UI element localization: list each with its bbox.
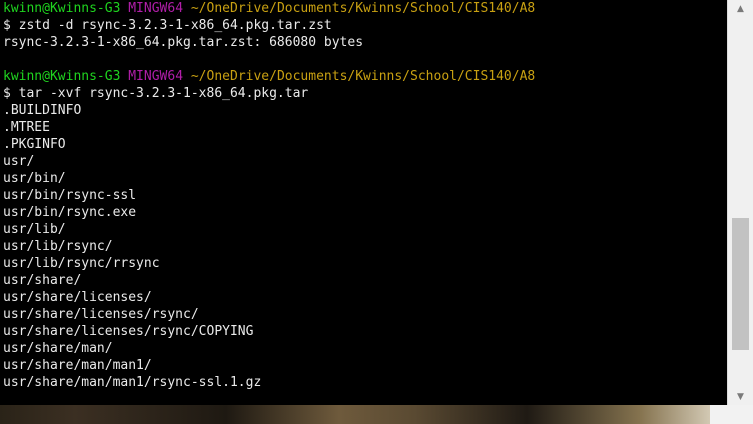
output-line: usr/lib/: [3, 222, 66, 237]
output-line: usr/: [3, 154, 35, 169]
prompt-user: kwinn@Kwinns-G3: [3, 1, 121, 16]
prompt-line-1: kwinn@Kwinns-G3 MINGW64 ~/OneDrive/Docum…: [0, 0, 727, 17]
output-line: usr/bin/rsync-ssl: [3, 188, 137, 203]
screen: kwinn@Kwinns-G3 MINGW64 ~/OneDrive/Docum…: [0, 0, 753, 424]
prompt-host: MINGW64: [128, 69, 184, 84]
output-line: rsync-3.2.3-1-x86_64.pkg.tar.zst: 686080…: [3, 35, 364, 50]
prompt-line-2: kwinn@Kwinns-G3 MINGW64 ~/OneDrive/Docum…: [0, 68, 727, 85]
command-line-1: $ zstd -d rsync-3.2.3-1-x86_64.pkg.tar.z…: [3, 18, 332, 33]
output-line: usr/share/man/: [3, 341, 113, 356]
desktop-background: [710, 405, 753, 424]
scroll-down-icon[interactable]: ▼: [728, 388, 753, 405]
output-line: usr/lib/rsync/: [3, 239, 113, 254]
output-line: .BUILDINFO: [3, 103, 82, 118]
output-line: usr/share/man/man1/rsync-ssl.1.gz: [3, 375, 262, 390]
command-line-2: $ tar -xvf rsync-3.2.3-1-x86_64.pkg.tar: [3, 86, 309, 101]
output-line: usr/share/licenses/rsync/COPYING: [3, 324, 254, 339]
output-line: usr/share/licenses/rsync/: [3, 307, 199, 322]
prompt-path: ~/OneDrive/Documents/Kwinns/School/CIS14…: [190, 69, 536, 84]
output-line: usr/lib/rsync/rrsync: [3, 256, 160, 271]
output-line: usr/share/: [3, 273, 82, 288]
tar-output-list: .BUILDINFO .MTREE .PKGINFO usr/usr/bin/usr/…: [0, 102, 727, 391]
vertical-scrollbar[interactable]: ▲ ▼: [727, 0, 753, 405]
output-line: .PKGINFO: [3, 137, 66, 152]
prompt-user: kwinn@Kwinns-G3: [3, 69, 121, 84]
prompt-path: ~/OneDrive/Documents/Kwinns/School/CIS14…: [190, 1, 536, 16]
scroll-up-icon[interactable]: ▲: [728, 0, 753, 17]
output-line: usr/share/licenses/: [3, 290, 152, 305]
scroll-thumb[interactable]: [732, 218, 749, 350]
output-line: usr/bin/: [3, 171, 66, 186]
terminal-window[interactable]: kwinn@Kwinns-G3 MINGW64 ~/OneDrive/Docum…: [0, 0, 727, 405]
output-line: usr/share/man/man1/: [3, 358, 152, 373]
desktop-wallpaper: [0, 405, 753, 424]
prompt-host: MINGW64: [128, 1, 184, 16]
output-line: usr/bin/rsync.exe: [3, 205, 137, 220]
output-line: .MTREE: [3, 120, 50, 135]
